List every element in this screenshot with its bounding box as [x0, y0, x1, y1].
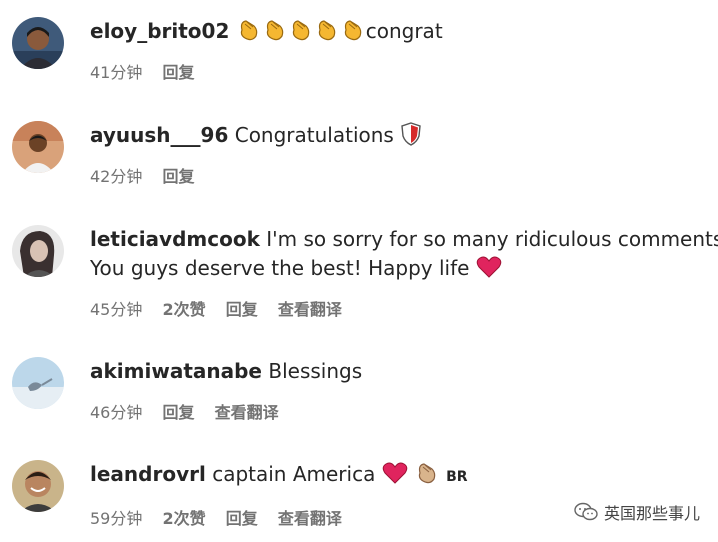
- clap-icon: [418, 463, 436, 484]
- reply-button[interactable]: 回复: [162, 59, 194, 83]
- reply-button[interactable]: 回复: [162, 399, 194, 423]
- comment-time: 59分钟: [90, 509, 143, 528]
- clap-icon: [292, 20, 309, 41]
- clap-icon: [240, 20, 257, 41]
- reply-button[interactable]: 回复: [226, 296, 258, 320]
- likes-count[interactable]: 2次赞: [162, 505, 205, 529]
- avatar[interactable]: [12, 357, 64, 409]
- comment-username[interactable]: akimiwatanabe: [90, 359, 262, 383]
- comment-item: eloy_brito02 congrat 41分钟 回复: [12, 17, 710, 97]
- reply-button[interactable]: 回复: [226, 505, 258, 529]
- comment-username[interactable]: leticiavdmcook: [90, 227, 260, 251]
- comment-text: captain America: [205, 462, 382, 486]
- comment-time: 46分钟: [90, 403, 143, 422]
- clap-icon: [318, 20, 335, 41]
- avatar[interactable]: [12, 121, 64, 173]
- comment-item: ayuush___96 Congratulations 42分钟 回复: [12, 121, 710, 201]
- wechat-icon: [574, 502, 598, 521]
- comment-time: 41分钟: [90, 63, 143, 82]
- comment-time: 45分钟: [90, 300, 143, 319]
- comment-text-line-1: I'm so sorry for so many ridiculous comm…: [259, 227, 718, 251]
- avatar-image: [12, 357, 64, 409]
- shield-icon: [401, 122, 421, 146]
- comment-time: 42分钟: [90, 167, 143, 186]
- red-heart-icon: [382, 462, 407, 484]
- comment-text-line-2: You guys deserve the best! Happy life: [90, 256, 476, 280]
- comment-text: Blessings: [262, 359, 363, 383]
- translate-button[interactable]: 查看翻译: [278, 296, 342, 320]
- red-heart-icon: [476, 256, 502, 278]
- avatar[interactable]: [12, 17, 64, 69]
- avatar[interactable]: [12, 225, 64, 277]
- avatar-image: [12, 17, 64, 69]
- comment-item: leticiavdmcook I'm so sorry for so many …: [12, 225, 718, 325]
- avatar-image: [12, 225, 64, 277]
- watermark: 英国那些事儿: [574, 500, 700, 524]
- comment-username[interactable]: leandrovrl: [90, 462, 206, 486]
- likes-count[interactable]: 2次赞: [162, 296, 205, 320]
- reply-button[interactable]: 回复: [162, 163, 194, 187]
- comment-item: akimiwatanabe Blessings 46分钟 回复 查看翻译: [12, 357, 710, 437]
- comment-username[interactable]: eloy_brito02: [90, 19, 229, 43]
- avatar-image: [12, 460, 64, 512]
- flag-tag: BR: [446, 469, 468, 485]
- avatar[interactable]: [12, 460, 64, 512]
- comment-username[interactable]: ayuush___96: [90, 123, 228, 147]
- watermark-text: 英国那些事儿: [603, 504, 700, 523]
- clap-icon: [266, 20, 283, 41]
- translate-button[interactable]: 查看翻译: [215, 399, 279, 423]
- comment-text: congrat: [365, 19, 443, 43]
- comment-text: Congratulations: [228, 123, 401, 147]
- clap-emoji-group: [236, 19, 366, 43]
- clap-icon: [344, 20, 361, 41]
- translate-button[interactable]: 查看翻译: [278, 505, 342, 529]
- avatar-image: [12, 121, 64, 173]
